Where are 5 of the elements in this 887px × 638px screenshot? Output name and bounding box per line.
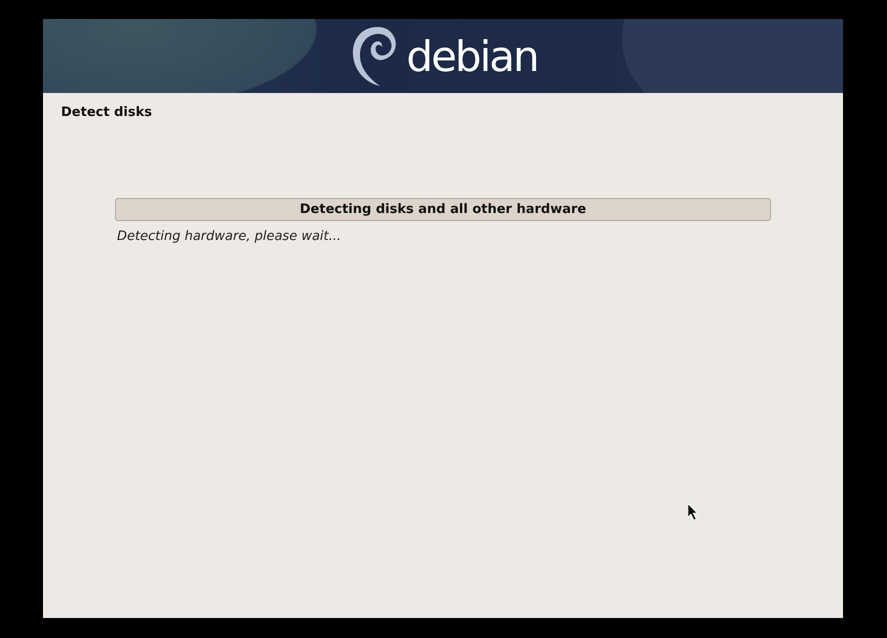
progress-title: Detecting disks and all other hardware: [115, 198, 771, 221]
logo-text: debian: [406, 36, 538, 78]
step-title: Detect disks: [60, 104, 153, 120]
progress-message: Detecting hardware, please wait...: [116, 229, 342, 244]
pointer-icon: [688, 504, 698, 520]
